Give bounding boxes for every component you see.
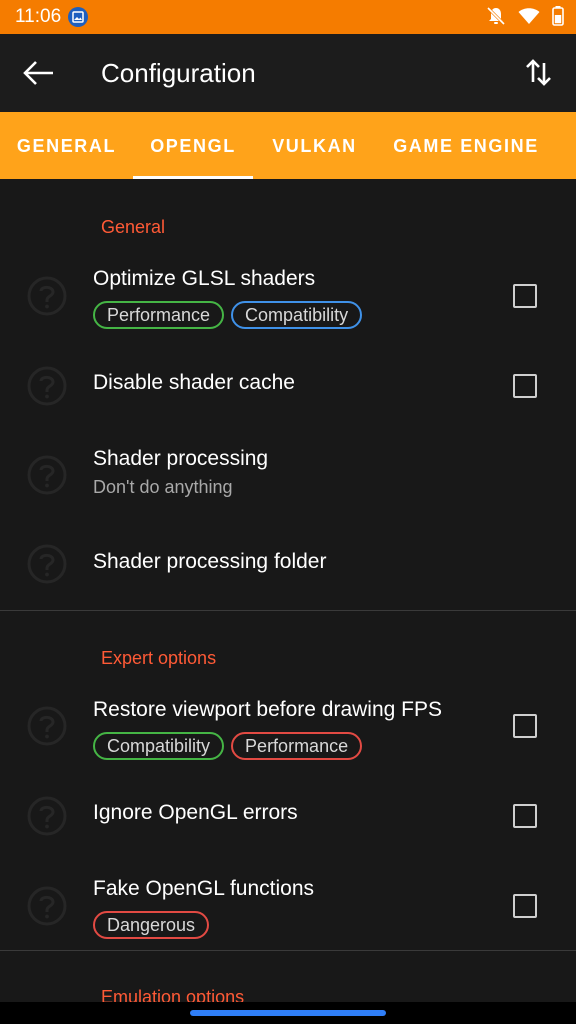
setting-shader-processing[interactable]: Shader processing Don't do anything [0,434,576,514]
help-icon[interactable] [26,543,68,585]
tag-performance: Performance [93,301,225,329]
tag-compatibility: Compatibility [231,301,363,329]
wifi-icon [518,7,540,25]
setting-value: Don't do anything [93,477,233,497]
app-bar: Configuration [0,34,576,112]
setting-title: Shader processing folder [93,550,327,573]
checkbox[interactable] [513,374,537,398]
setting-title: Shader processing [93,447,269,470]
checkbox[interactable] [513,714,537,738]
status-time: 11:06 [15,6,62,27]
tab-game-engine[interactable]: GAME ENGINE [376,112,556,179]
help-icon[interactable] [26,705,68,747]
status-bar: 11:06 [0,0,576,34]
setting-title: Fake OpenGL functions [93,877,315,900]
bell-off-icon [486,6,506,26]
setting-disable-shader-cache[interactable]: Disable shader cache [0,347,576,422]
help-icon[interactable] [26,795,68,837]
tab-opengl[interactable]: OPENGL [133,112,253,179]
arrow-left-icon [23,61,53,85]
swap-button[interactable] [520,54,556,90]
section-divider [0,610,576,611]
setting-title: Disable shader cache [93,371,295,394]
help-icon[interactable] [26,454,68,496]
home-gesture-handle[interactable] [190,1010,386,1016]
tag-dangerous: Dangerous [93,911,210,939]
page-title: Configuration [101,58,256,88]
setting-title: Ignore OpenGL errors [93,801,298,824]
tab-vulkan[interactable]: VULKAN [253,112,376,179]
setting-title: Restore viewport before drawing FPS [93,698,442,721]
swap-vertical-icon [526,59,551,86]
section-header-general: General [101,217,166,237]
setting-title: Optimize GLSL shaders [93,267,316,290]
setting-optimize-glsl-shaders[interactable]: Optimize GLSL shaders Performance Compat… [0,247,576,337]
setting-restore-viewport[interactable]: Restore viewport before drawing FPS Comp… [0,679,576,769]
settings-list[interactable]: General Optimize GLSL shaders Performanc… [0,179,576,1024]
section-divider [0,950,576,951]
tab-bar: GENERAL OPENGL VULKAN GAME ENGINE [0,112,576,179]
help-icon[interactable] [26,275,68,317]
help-icon[interactable] [26,365,68,407]
battery-icon [552,6,564,26]
tab-general[interactable]: GENERAL [0,112,133,179]
setting-shader-processing-folder[interactable]: Shader processing folder [0,529,576,599]
setting-fake-opengl-functions[interactable]: Fake OpenGL functions Dangerous [0,859,576,949]
help-icon[interactable] [26,885,68,927]
navigation-bar [0,1002,576,1024]
setting-ignore-opengl-errors[interactable]: Ignore OpenGL errors [0,777,576,852]
gallery-icon [68,7,88,27]
checkbox[interactable] [513,804,537,828]
back-button[interactable] [20,54,58,92]
tag-performance: Performance [231,732,363,760]
checkbox[interactable] [513,284,537,308]
checkbox[interactable] [513,894,537,918]
section-header-expert-options: Expert options [101,648,217,668]
tag-compatibility: Compatibility [93,732,225,760]
